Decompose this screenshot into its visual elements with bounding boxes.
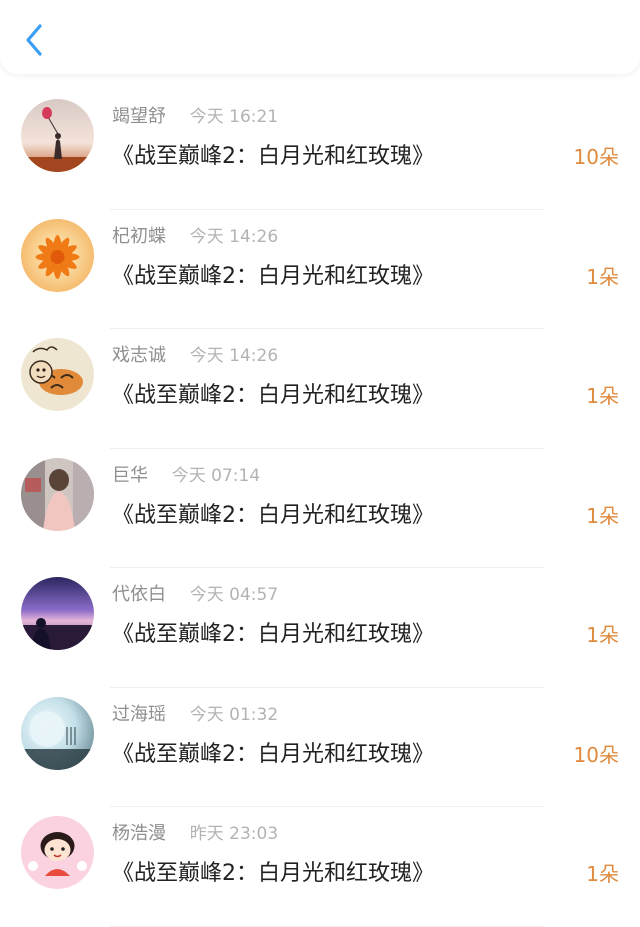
timestamp: 今天 04:57 <box>189 585 279 605</box>
timestamp: 今天 16:21 <box>189 107 279 127</box>
user-name: 代依白 <box>112 584 166 605</box>
timestamp: 今天 07:14 <box>171 465 261 486</box>
flower-count: 1朵 <box>586 503 619 528</box>
user-name: 巨华 <box>112 464 148 486</box>
timestamp: 今天 14:26 <box>189 346 279 366</box>
flower-count: 1朵 <box>586 384 619 408</box>
user-name: 过海瑶 <box>112 703 166 725</box>
book-title[interactable]: 《战至巅峰2：白月光和红玫瑰》 <box>112 501 434 531</box>
list-item[interactable]: 过海瑶 今天 01:32 《战至巅峰2：白月光和红玫瑰》 10朵 <box>0 688 640 807</box>
book-title[interactable]: 《战至巅峰2：白月光和红玫瑰》 <box>112 142 434 172</box>
list-item[interactable]: 杨浩漫 昨天 23:03 《战至巅峰2：白月光和红玫瑰》 1朵 <box>0 807 640 927</box>
book-title[interactable]: 《战至巅峰2：白月光和红玫瑰》 <box>112 381 434 411</box>
book-title[interactable]: 《战至巅峰2：白月光和红玫瑰》 <box>112 740 434 770</box>
user-name: 竭望舒 <box>112 106 166 127</box>
list-item[interactable]: 代依白 今天 04:57 《战至巅峰2：白月光和红玫瑰》 1朵 <box>0 568 640 688</box>
list-item[interactable]: 杞初蝶 今天 14:26 《战至巅峰2：白月光和红玫瑰》 1朵 <box>0 210 640 329</box>
avatar[interactable] <box>21 457 94 531</box>
flower-count: 1朵 <box>586 623 619 647</box>
avatar[interactable] <box>21 816 94 889</box>
user-name: 杞初蝶 <box>112 225 166 247</box>
flower-count: 1朵 <box>586 862 619 886</box>
avatar[interactable] <box>21 577 94 650</box>
book-title[interactable]: 《战至巅峰2：白月光和红玫瑰》 <box>112 620 434 650</box>
divider <box>110 925 544 927</box>
timestamp: 昨天 23:03 <box>189 824 279 844</box>
gift-record-list: 竭望舒 今天 16:21 《战至巅峰2：白月光和红玫瑰》 10朵 杞初蝶 今天 … <box>0 90 640 927</box>
avatar[interactable] <box>21 218 94 292</box>
list-item[interactable]: 戏志诚 今天 14:26 《战至巅峰2：白月光和红玫瑰》 1朵 <box>0 329 640 449</box>
book-title[interactable]: 《战至巅峰2：白月光和红玫瑰》 <box>112 859 434 889</box>
user-name: 杨浩漫 <box>112 823 166 844</box>
avatar[interactable] <box>21 99 94 172</box>
list-item[interactable]: 竭望舒 今天 16:21 《战至巅峰2：白月光和红玫瑰》 10朵 <box>0 90 640 210</box>
timestamp: 今天 14:26 <box>189 226 279 247</box>
avatar[interactable] <box>21 338 94 411</box>
list-item[interactable]: 巨华 今天 07:14 《战至巅峰2：白月光和红玫瑰》 1朵 <box>0 449 640 568</box>
back-button[interactable] <box>18 22 50 58</box>
book-title[interactable]: 《战至巅峰2：白月光和红玫瑰》 <box>112 262 434 292</box>
avatar[interactable] <box>21 696 94 770</box>
flower-count: 10朵 <box>573 742 619 767</box>
user-name: 戏志诚 <box>112 345 166 366</box>
flower-count: 1朵 <box>586 264 619 289</box>
timestamp: 今天 01:32 <box>189 704 279 725</box>
chevron-left-icon <box>26 24 42 56</box>
flower-count: 10朵 <box>573 145 619 169</box>
top-bar <box>0 0 640 74</box>
